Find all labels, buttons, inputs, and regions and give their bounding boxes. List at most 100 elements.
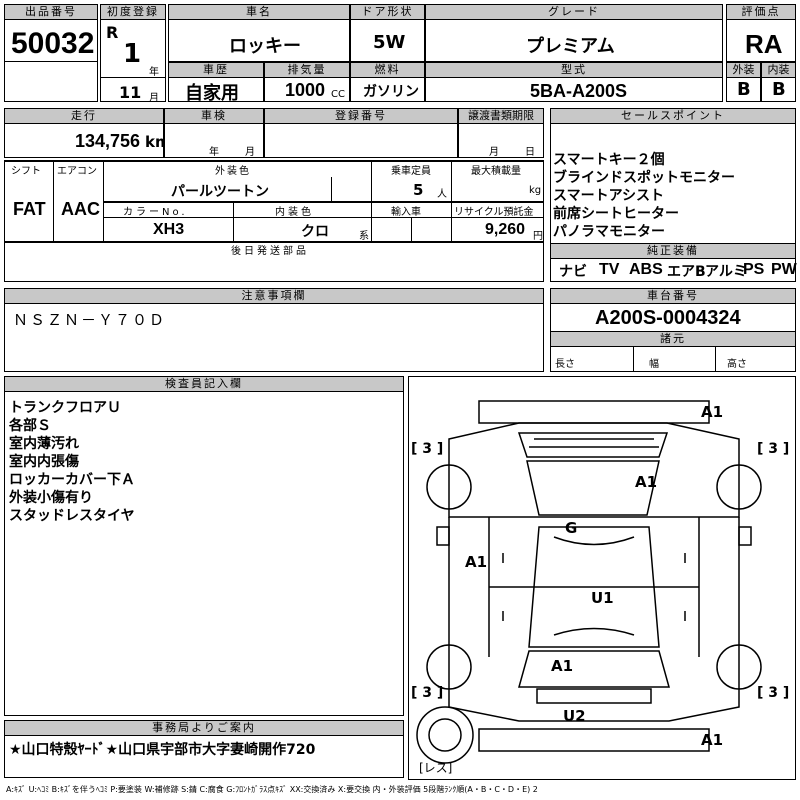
ext-grade-box: 外装 B (726, 62, 761, 102)
reg-month: 11 (119, 83, 142, 102)
fuel: ガソリン (363, 84, 419, 100)
grade: プレミアム (526, 36, 615, 57)
equipment-item: ナビ (559, 264, 587, 280)
year-unit: 年 (149, 67, 159, 78)
load-label: 最大積載量 (471, 166, 521, 177)
color-no: XH3 (153, 221, 185, 238)
equipment-item: PS (743, 261, 765, 278)
height-label: 高さ (727, 359, 747, 370)
sales-point: スマートアシスト (553, 188, 665, 204)
deadline-month-unit: 月 (489, 147, 499, 158)
inspector-line: スタッドレスタイヤ (9, 508, 135, 524)
inspector-line: 室内内張傷 (9, 454, 79, 470)
inspection-box: 車検 年 月 (164, 108, 264, 158)
notes-text: ＮＳＺＮ－Ｙ７０Ｄ (13, 311, 167, 329)
grade-box: グレード プレミアム (425, 4, 723, 62)
length-label: 長さ (555, 359, 575, 370)
ac: AAC (61, 199, 100, 219)
mileage: 134,756 (75, 131, 141, 151)
mileage-label: 走行 (5, 109, 163, 124)
office-label: 事務局よりご案内 (5, 721, 403, 736)
sales-box: セールスポイント スマートキー２個 ブラインドスポットモニター スマートアシスト… (550, 108, 797, 282)
inspector-line: 外装小傷有り (9, 490, 93, 506)
mileage-box: 走行 134,756 km (4, 108, 171, 158)
displacement-label: 排気量 (265, 63, 349, 78)
recycle-unit: 円 (533, 231, 543, 242)
exterior-color: パールツートン (171, 184, 269, 200)
inspector-label: 検査員記入欄 (5, 377, 403, 392)
inspector-line: 各部Ｓ (9, 418, 51, 434)
deadline-box: 譲渡書類期限 月 日 (458, 108, 544, 158)
vehicle-diagram: A1 A1 G A1 U1 A1 U2 A1 [ 3 ] [ 3 ] [ 3 ]… (408, 376, 796, 780)
deadline-label: 譲渡書類期限 (459, 109, 543, 124)
car-name-box: 車名 ロッキー (168, 4, 350, 62)
insp-year-unit: 年 (209, 147, 219, 158)
inspection-label: 車検 (165, 109, 263, 124)
load-unit: kg (529, 185, 542, 196)
plate-label: 登録番号 (265, 109, 457, 124)
lot-label: 出品番号 (5, 5, 97, 20)
tire-tread-rr: [ 3 ] (757, 685, 790, 701)
chassis-label: 車台番号 (551, 289, 795, 304)
history-box: 車歴 自家用 (168, 62, 264, 104)
sales-label: セールスポイント (551, 109, 795, 124)
equipment-item: エアB (667, 264, 706, 280)
fuel-box: 燃料 ガソリン (350, 62, 425, 102)
int-grade-box: 内装 B (761, 62, 796, 102)
door-type: 5W (373, 32, 406, 53)
shift: FAT (13, 199, 46, 219)
model: 5BA-A200S (530, 81, 628, 101)
score-box: 評価点 RA (726, 4, 796, 62)
damage-mark: A1 (551, 657, 574, 675)
damage-mark: A1 (465, 553, 488, 571)
deadline-day-unit: 日 (525, 147, 535, 158)
chassis-box: 車台番号 A200S-0004324 諸元 長さ 幅 高さ (550, 288, 796, 372)
tire-tread-fl: [ 3 ] (411, 441, 444, 457)
reg-year: 1 (123, 39, 142, 69)
dims-label: 諸元 (551, 331, 795, 347)
equipment-item: PW (771, 261, 797, 278)
ext-label: 外装 (727, 63, 760, 78)
capacity: 5 (413, 181, 424, 199)
first-reg-box: 初度登録 R 1 年 11 月 (100, 4, 166, 104)
damage-mark: U1 (591, 589, 614, 607)
door-box: ドア形状 5W (350, 4, 425, 62)
damage-mark: U2 (563, 707, 586, 725)
recycle-label: リサイクル預託金 (454, 207, 534, 218)
shift-label: シフト (11, 166, 41, 177)
era: R (106, 23, 119, 42)
tire-tread-fr: [ 3 ] (757, 441, 790, 457)
capacity-label: 乗車定員 (391, 166, 431, 177)
model-box: 型式 5BA-A200S (425, 62, 723, 102)
fuel-label: 燃料 (351, 63, 424, 78)
tire-tread-rl: [ 3 ] (411, 685, 444, 701)
damage-mark: A1 (635, 473, 658, 491)
later-parts-label: 後日発送部品 (231, 246, 309, 257)
ac-label: エアコン (57, 166, 97, 177)
color-label: 外装色 (215, 166, 251, 177)
interior-color: クロ (301, 224, 329, 240)
damage-mark: A1 (701, 731, 724, 749)
equipment-item: ABS (629, 261, 663, 278)
displacement: 1000 (285, 80, 326, 100)
int-label: 内装 (762, 63, 795, 78)
int-grade: B (772, 79, 786, 100)
recycle-fee: 9,260 (485, 221, 526, 238)
sales-point: パノラマモニター (553, 224, 665, 240)
score-label: 評価点 (727, 5, 795, 20)
width-label: 幅 (649, 359, 659, 370)
month-unit: 月 (149, 93, 159, 104)
color-no-label: カラーNo. (123, 207, 188, 218)
history: 自家用 (185, 83, 239, 104)
legend: A:ｷｽﾞ U:ﾍｺﾐ B:ｷｽﾞを伴うﾍｺﾐ P:要塗装 W:補修跡 S:錆 … (6, 785, 538, 794)
grade-label: グレード (426, 5, 722, 20)
car-name-label: 車名 (169, 5, 349, 20)
office-box: 事務局よりご案内 ★山口特殼ﾔｰﾄﾞ★山口県宇部市大字妻崎開作720 (4, 720, 404, 778)
plate-box: 登録番号 (264, 108, 458, 158)
chassis-number: A200S-0004324 (595, 307, 741, 329)
notes-box: 注意事項欄 ＮＳＺＮ－Ｙ７０Ｄ (4, 288, 544, 372)
sales-point: ブラインドスポットモニター (553, 170, 735, 186)
history-label: 車歴 (169, 63, 263, 78)
import-label: 輸入車 (391, 207, 421, 218)
damage-mark: G (565, 519, 578, 537)
